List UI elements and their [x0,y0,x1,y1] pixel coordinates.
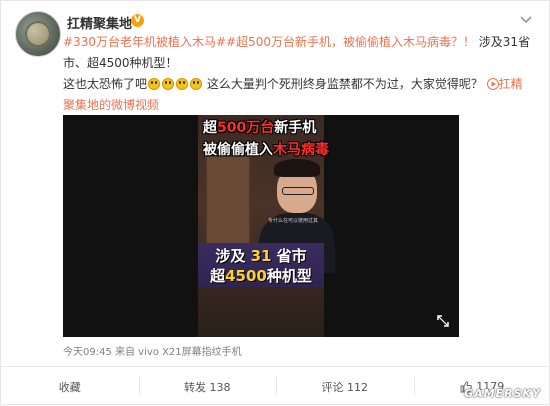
post-text-line2-b: 这么大量判个死刑终身监禁都不为过，大家觉得呢？ [203,77,483,91]
video-person-glasses [282,187,314,195]
scared-emoji-icon [190,78,202,90]
weibo-post-card: 扛精聚集地 V #330万台老年机被植入木马##超500万台新手机，被偷偷植入木… [0,0,550,405]
repost-label: 转发 138 [184,379,231,395]
hashtag-link-2[interactable]: #超500万台新手机，被偷偷植入木马病毒？！ [226,35,475,49]
video-play-icon [487,78,499,90]
favorite-button[interactable]: 收藏 [1,367,139,406]
scared-emoji-icon [148,78,160,90]
verified-badge-icon: V [131,14,144,27]
coin-icon [25,21,51,47]
chevron-down-icon[interactable] [519,15,533,25]
user-avatar[interactable] [15,11,61,57]
repost-button[interactable]: 转发 138 [139,367,277,406]
video-subtitle-line2: 超4500种机型 [198,265,324,286]
video-player[interactable]: 超500万台新手机 被偷偷植入木马病毒 专什么在可以使用过其 涉及 31 省市 … [63,115,459,337]
video-subtitle-line1: 涉及 31 省市 [198,245,324,266]
favorite-label: 收藏 [59,379,81,395]
comment-button[interactable]: 评论 112 [276,367,414,406]
video-title-line2: 被偷偷植入木马病毒 [203,139,343,159]
scared-emoji-icon [162,78,174,90]
video-caption-small: 专什么在可以使用过其 [268,217,318,224]
post-text-line2-a: 这也太恐怖了吧 [63,77,147,91]
fullscreen-icon[interactable] [437,315,449,327]
site-watermark: GAMERSKY [464,387,541,400]
comment-label: 评论 112 [322,379,369,395]
hashtag-link-1[interactable]: #330万台老年机被植入木马# [63,35,226,49]
post-text: #330万台老年机被植入木马##超500万台新手机，被偷偷植入木马病毒？！ 涉及… [63,32,533,116]
post-meta: 今天09:45 来自 vivo X21屏幕指纹手机 [63,343,242,358]
scared-emoji-icon [176,78,188,90]
post-username[interactable]: 扛精聚集地 [67,13,132,32]
video-person-hair [274,159,320,177]
video-title-line1: 超500万台新手机 [203,117,343,137]
